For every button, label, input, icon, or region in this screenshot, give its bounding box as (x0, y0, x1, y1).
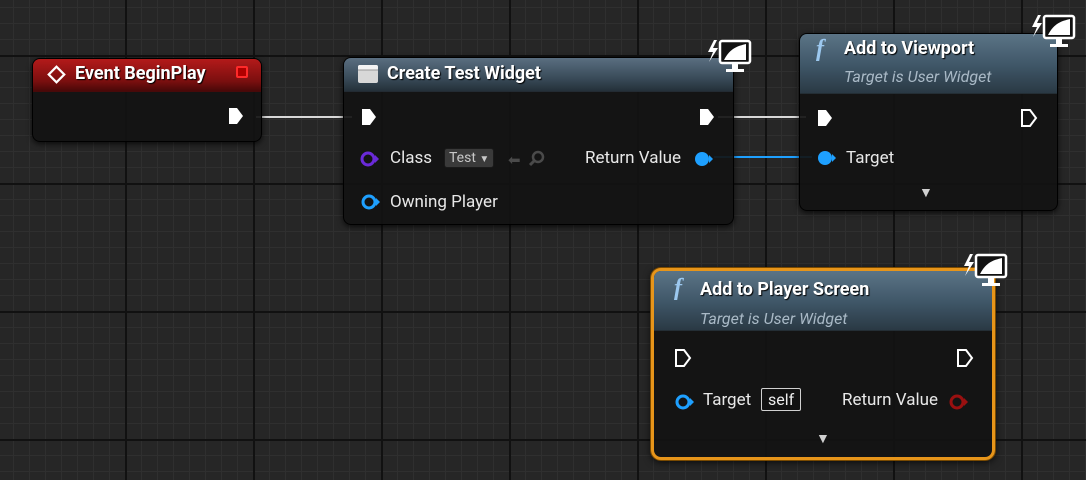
add-to-viewport-subtitle: Target is User Widget (844, 67, 992, 86)
event-beginplay-header[interactable]: Event BeginPlay (33, 59, 261, 92)
delegate-pin[interactable] (236, 66, 248, 78)
browse-asset-icon[interactable] (528, 149, 546, 171)
target-pin[interactable] (674, 393, 696, 415)
exec-out-pin[interactable] (956, 348, 974, 372)
client-monitor-icon (706, 38, 752, 80)
add-to-player-screen-title: Add to Player Screen (700, 279, 870, 300)
event-diamond-icon (47, 65, 67, 89)
add-to-viewport-title: Add to Viewport (844, 38, 975, 59)
target-label: Target (703, 390, 752, 410)
return-value-pin[interactable] (948, 393, 970, 415)
add-to-player-screen-subtitle: Target is User Widget (700, 309, 848, 328)
client-monitor-icon (1030, 13, 1076, 55)
function-f-icon: f (674, 275, 682, 301)
widget-box-icon (357, 64, 379, 88)
expand-arrow-icon[interactable]: ▼ (816, 430, 830, 447)
add-to-player-screen-node[interactable]: f Add to Player Screen Target is User Wi… (651, 268, 995, 460)
create-widget-title: Create Test Widget (387, 63, 541, 84)
owning-player-label: Owning Player (390, 192, 498, 212)
create-widget-node[interactable]: Create Test Widget Class Test ▼ ⬅ Return… (343, 57, 734, 225)
return-value-label: Return Value (842, 390, 938, 410)
client-monitor-icon (962, 252, 1008, 294)
add-to-viewport-node[interactable]: f Add to Viewport Target is User Widget … (799, 33, 1058, 211)
exec-out-pin[interactable] (227, 106, 245, 130)
add-to-player-screen-header[interactable]: f Add to Player Screen Target is User Wi… (654, 271, 992, 331)
add-to-viewport-header[interactable]: f Add to Viewport Target is User Widget (800, 34, 1057, 94)
return-value-label: Return Value (585, 148, 681, 168)
event-beginplay-title: Event BeginPlay (75, 63, 206, 84)
class-pin[interactable] (360, 150, 380, 172)
class-dropdown[interactable]: Test ▼ (444, 148, 495, 168)
exec-out-pin[interactable] (698, 107, 716, 131)
function-f-icon: f (816, 36, 824, 62)
exec-out-pin[interactable] (1020, 108, 1038, 132)
exec-in-pin[interactable] (674, 348, 692, 372)
expand-arrow-icon[interactable]: ▼ (919, 184, 933, 201)
class-dropdown-value: Test (449, 150, 476, 166)
event-beginplay-node[interactable]: Event BeginPlay (32, 58, 262, 142)
target-label: Target (846, 148, 895, 168)
target-pin[interactable] (816, 149, 838, 171)
create-widget-header[interactable]: Create Test Widget (344, 58, 733, 92)
owning-player-pin[interactable] (360, 193, 382, 215)
chevron-down-icon: ▼ (479, 154, 490, 165)
target-self-field[interactable]: self (761, 388, 802, 411)
class-label: Class (390, 148, 432, 168)
use-selected-asset-icon[interactable]: ⬅ (508, 151, 521, 169)
return-value-pin[interactable] (693, 150, 715, 172)
exec-in-pin[interactable] (816, 108, 834, 132)
exec-in-pin[interactable] (360, 107, 378, 131)
